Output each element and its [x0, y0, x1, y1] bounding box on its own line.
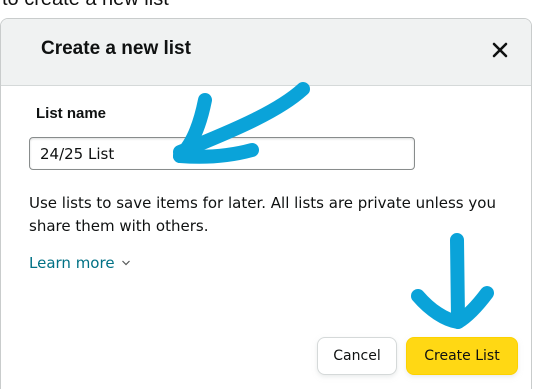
page-background-text: to create a new list [2, 0, 169, 11]
chevron-down-icon [121, 260, 130, 266]
cancel-button[interactable]: Cancel [317, 337, 397, 375]
learn-more-link[interactable]: Learn more [29, 254, 131, 272]
screenshot-viewport: to create a new list Create a new list L… [0, 0, 533, 389]
helper-text: Use lists to save items for later. All l… [29, 194, 496, 235]
learn-more-label: Learn more [29, 254, 115, 272]
create-list-button[interactable]: Create List [406, 337, 518, 375]
close-button[interactable] [485, 35, 515, 65]
create-list-dialog: Create a new list List name Use lists to… [0, 18, 532, 389]
list-name-label: List name [36, 105, 107, 122]
dialog-header: Create a new list [1, 19, 531, 86]
dialog-title: Create a new list [41, 38, 191, 59]
close-icon [492, 42, 508, 58]
list-name-input[interactable] [29, 137, 415, 170]
